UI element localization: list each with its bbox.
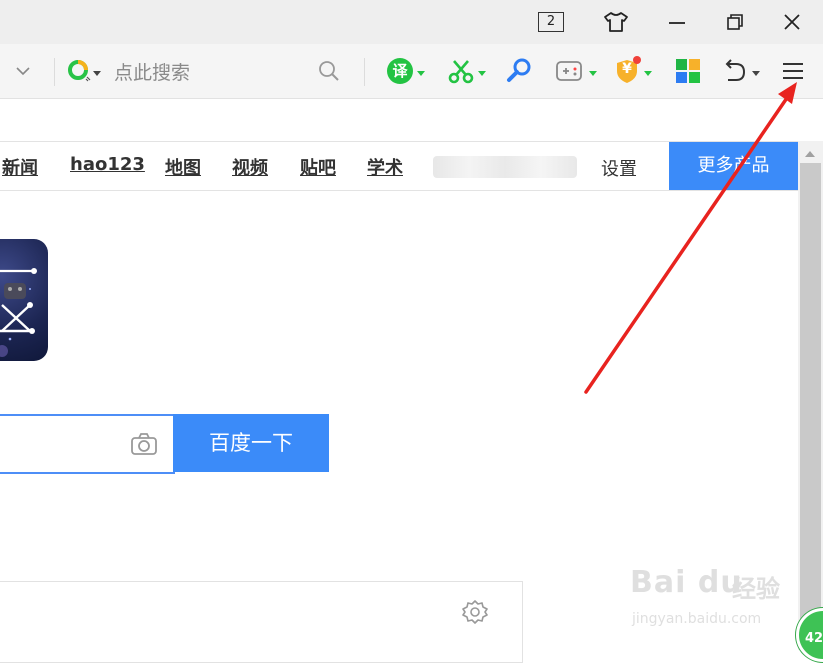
close-icon[interactable]: [777, 8, 807, 36]
vertical-scrollbar[interactable]: [798, 141, 823, 650]
toolbar-divider: [364, 58, 365, 86]
gear-icon[interactable]: [462, 599, 488, 629]
nav-link-news[interactable]: 新闻: [2, 154, 38, 180]
translate-label: 译: [387, 58, 413, 84]
camera-icon[interactable]: [130, 432, 158, 460]
game-controller-icon[interactable]: [555, 57, 597, 85]
main-search-input[interactable]: [0, 414, 175, 474]
search-engine-logo-icon[interactable]: [67, 57, 101, 85]
magnifier-icon[interactable]: [318, 57, 340, 85]
nav-link-video[interactable]: 视频: [232, 154, 268, 180]
browser-toolbar: 点此搜索 译 ¥: [0, 44, 823, 99]
search-input[interactable]: 点此搜索: [114, 58, 190, 85]
page-nav-bar: 新闻 hao123 地图 视频 贴吧 学术 设置 更多产品: [0, 141, 798, 191]
blurred-user-area: [433, 156, 577, 178]
coupon-shield-icon[interactable]: ¥: [614, 56, 652, 85]
app-grid-icon[interactable]: [675, 57, 701, 85]
nav-link-map[interactable]: 地图: [165, 154, 201, 180]
restore-icon[interactable]: [720, 8, 750, 36]
settings-link[interactable]: 设置: [601, 155, 637, 181]
badge-count: 42: [805, 631, 823, 646]
nav-link-academic[interactable]: 学术: [367, 154, 403, 180]
address-dropdown-chevron-icon[interactable]: [15, 57, 31, 85]
translate-icon[interactable]: 译: [387, 57, 425, 85]
more-products-button[interactable]: 更多产品: [669, 142, 798, 190]
undo-icon[interactable]: [722, 57, 760, 85]
nav-link-tieba[interactable]: 贴吧: [300, 154, 336, 180]
toolbar-divider: [54, 58, 55, 86]
title-bar: 2: [0, 0, 823, 44]
skin-shirt-icon[interactable]: [601, 8, 631, 36]
nav-link-hao123[interactable]: hao123: [70, 154, 145, 175]
watermark-url: jingyan.baidu.com: [632, 611, 762, 627]
content-panel: [0, 581, 523, 663]
doodle-logo[interactable]: [0, 239, 48, 361]
scroll-up-arrow-icon[interactable]: [798, 143, 823, 163]
zoom-search-icon[interactable]: [505, 57, 533, 85]
tab-count-button[interactable]: 2: [536, 8, 566, 36]
baidu-jingyan-watermark: Bai du 经验 jingyan.baidu.com: [630, 565, 800, 635]
tab-count: 2: [538, 12, 564, 32]
watermark-logo: Bai du: [630, 565, 743, 600]
main-menu-icon[interactable]: [781, 57, 805, 85]
scrollbar-thumb[interactable]: [800, 163, 821, 650]
watermark-logo-cn: 经验: [732, 575, 780, 603]
screenshot-scissors-icon[interactable]: [448, 57, 486, 85]
minimize-icon[interactable]: [662, 8, 692, 36]
search-submit-button[interactable]: 百度一下: [173, 414, 329, 472]
